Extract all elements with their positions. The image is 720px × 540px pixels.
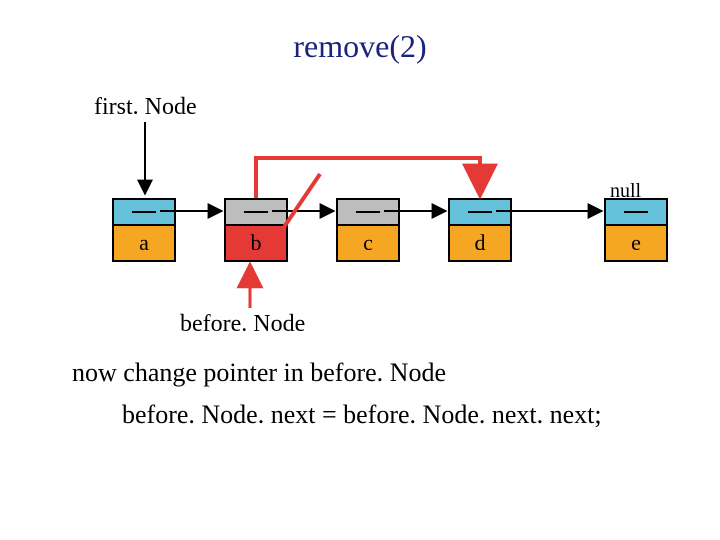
node-value: d (448, 226, 512, 262)
first-node-label: first. Node (94, 94, 197, 121)
node-value: c (336, 226, 400, 262)
arrows-overlay (0, 0, 720, 540)
node-pointer-box (448, 198, 512, 226)
list-node-a: a (112, 198, 176, 262)
node-pointer-box (336, 198, 400, 226)
list-node-b: b (224, 198, 288, 262)
node-pointer-box (224, 198, 288, 226)
list-node-c: c (336, 198, 400, 262)
caption-line-1: now change pointer in before. Node (72, 358, 446, 388)
caption-line-2: before. Node. next = before. Node. next.… (122, 400, 602, 430)
list-node-e: e (604, 198, 668, 262)
node-value: e (604, 226, 668, 262)
node-value: b (224, 226, 288, 262)
page-title: remove(2) (0, 28, 720, 65)
skip-arrow-b-d (256, 158, 480, 198)
diagram-stage: remove(2) first. Node null a b c d e bef… (0, 0, 720, 540)
list-node-d: d (448, 198, 512, 262)
node-value: a (112, 226, 176, 262)
node-pointer-box (112, 198, 176, 226)
node-pointer-box (604, 198, 668, 226)
before-node-label: before. Node (180, 311, 305, 338)
